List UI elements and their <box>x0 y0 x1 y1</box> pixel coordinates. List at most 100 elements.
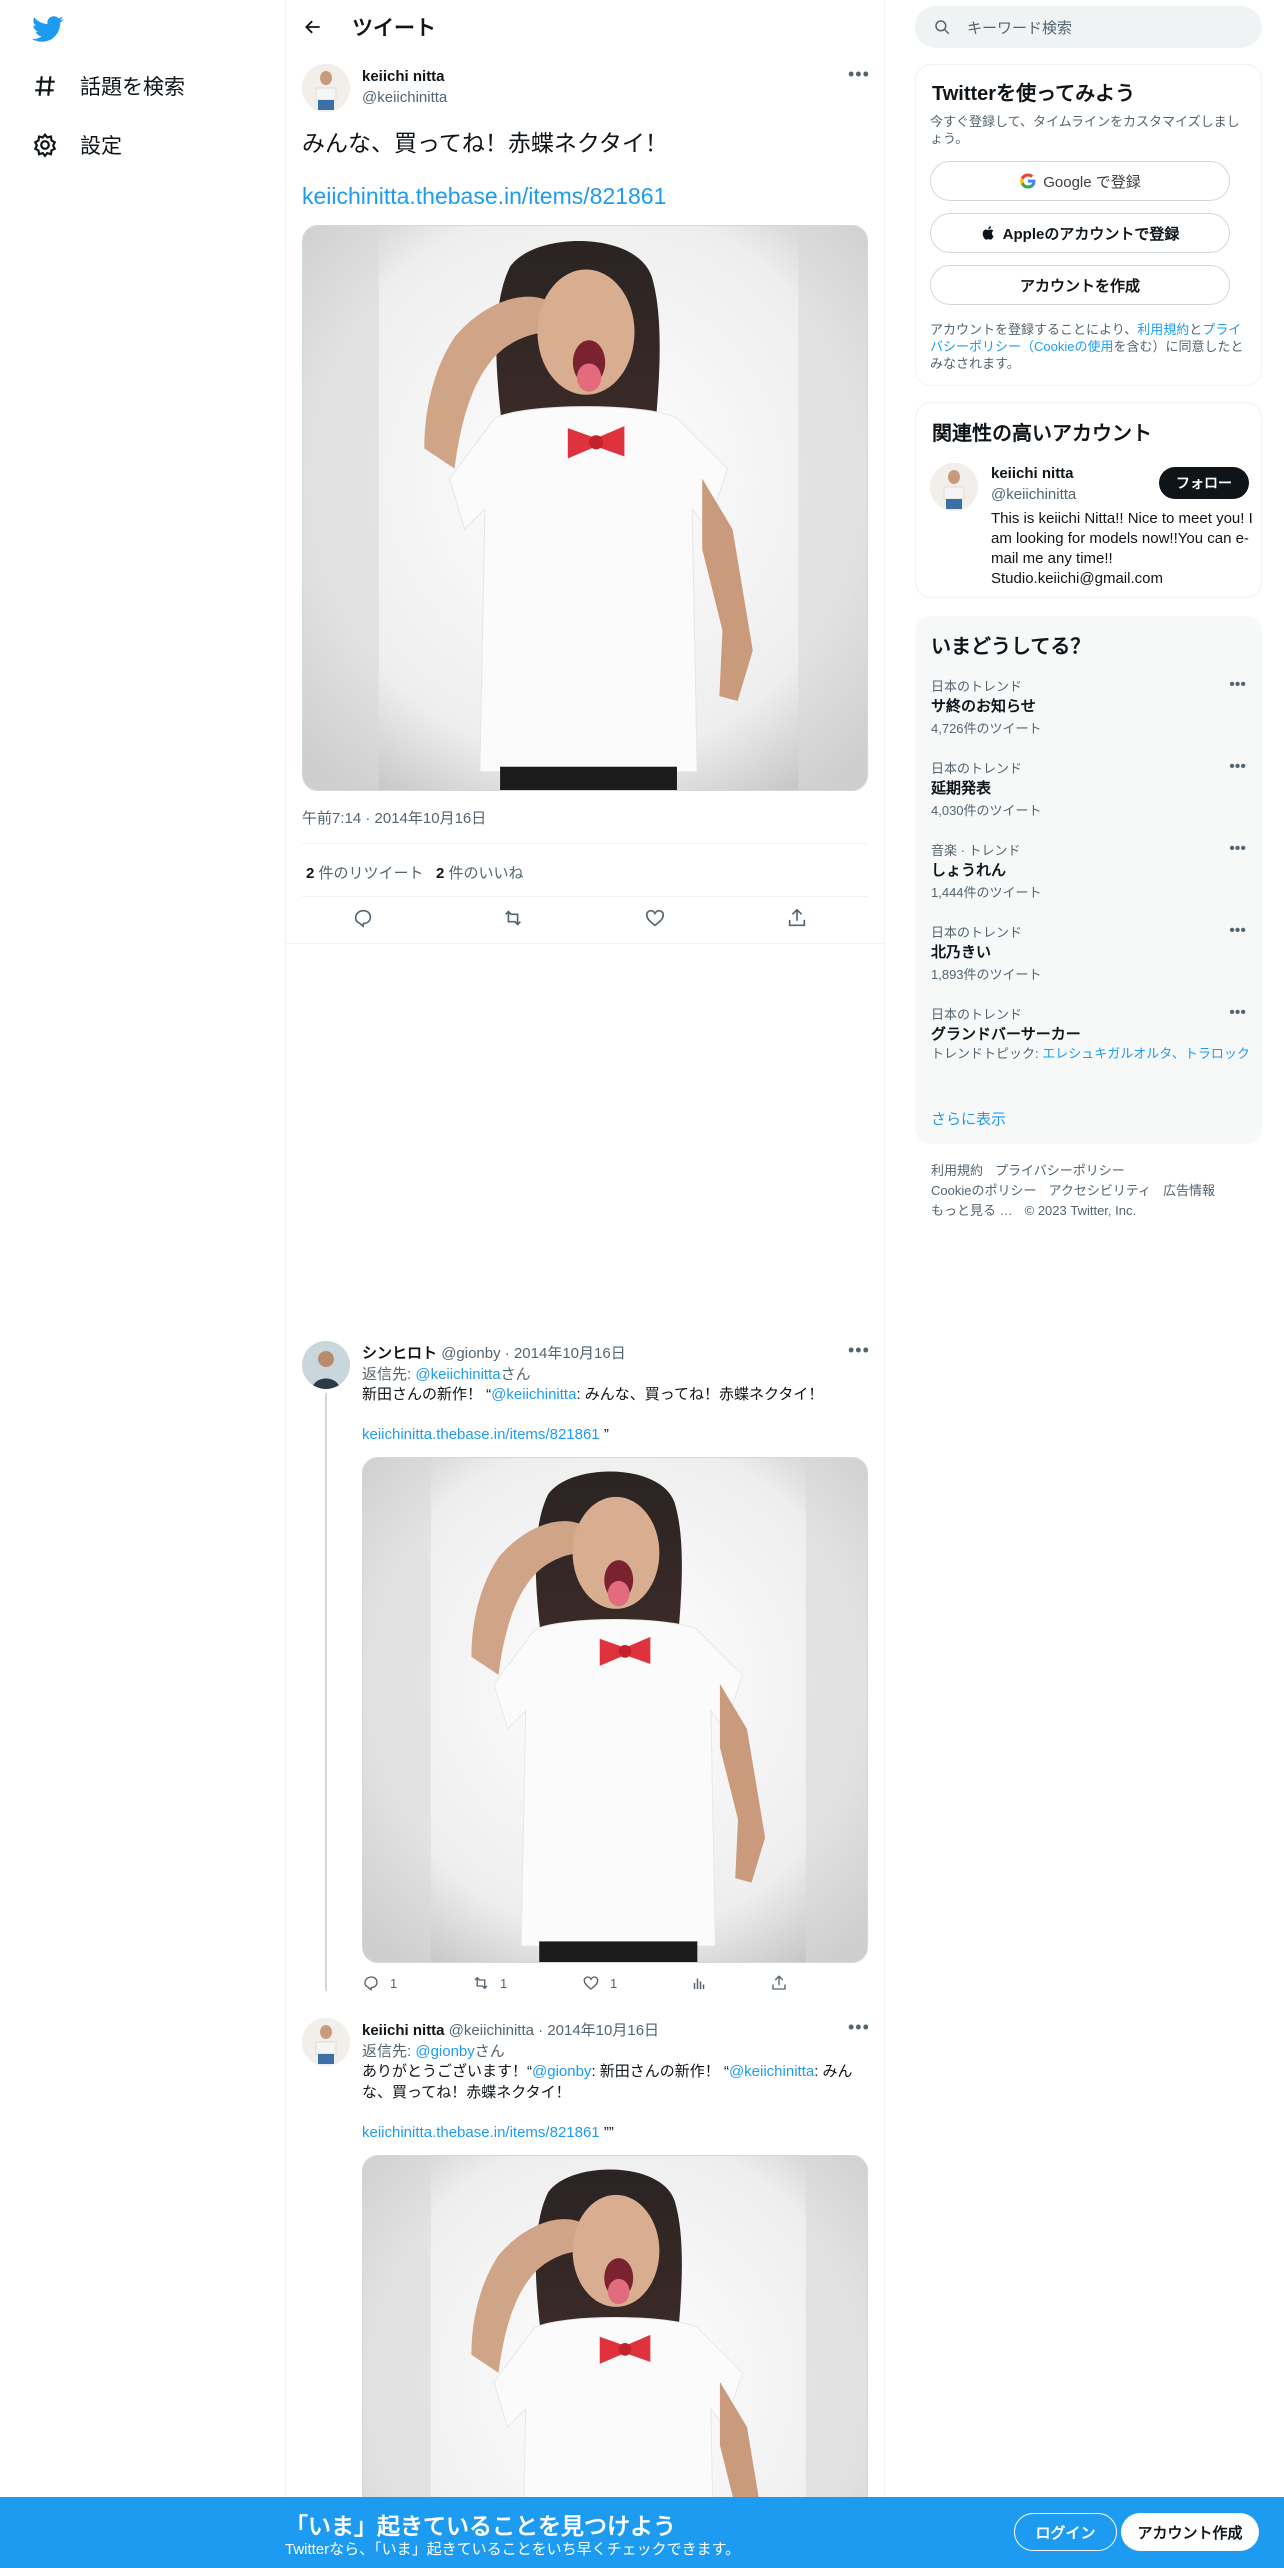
reply-icon <box>354 909 372 928</box>
reply-date[interactable]: 2014年10月16日 <box>547 2022 659 2039</box>
gear-icon <box>30 130 60 160</box>
like-count: 2 <box>436 865 445 882</box>
reply-author-name[interactable]: keiichi nitta <box>362 2022 445 2039</box>
like-button[interactable]: 1 <box>582 1974 617 1992</box>
google-signup-button[interactable]: Google で登録 <box>930 161 1230 201</box>
apple-signup-button[interactable]: Appleのアカウントで登録 <box>930 213 1230 253</box>
retweet-label: 件のリツイート <box>318 865 424 882</box>
more-options-icon[interactable]: ••• <box>1229 676 1246 694</box>
like-button[interactable] <box>644 907 676 929</box>
follow-button[interactable]: フォロー <box>1159 467 1249 499</box>
reply-text: ありがとうございます！“@gionby: 新田さんの新作！ “@keiichin… <box>362 2063 853 2101</box>
reply-header: シンヒロト @gionby · 2014年10月16日 <box>362 1345 626 1362</box>
create-account-button[interactable]: アカウントを作成 <box>930 265 1230 305</box>
search-input[interactable]: キーワード検索 <box>915 6 1262 48</box>
reply-author-name[interactable]: シンヒロト <box>362 1345 437 1362</box>
nav-explore[interactable]: 話題を検索 <box>30 64 185 108</box>
avatar[interactable] <box>302 2018 350 2066</box>
trends-title: いまどうしてる？ <box>931 636 1091 658</box>
reply-count: 1 <box>390 1975 398 1991</box>
relevant-name[interactable]: keiichi nitta <box>991 465 1074 482</box>
reply-icon <box>364 1976 378 1992</box>
retweet-button[interactable]: 1 <box>472 1974 507 1992</box>
reply-photo[interactable] <box>362 1457 868 1963</box>
more-options-icon[interactable]: ••• <box>1229 1004 1246 1022</box>
share-button[interactable] <box>786 907 818 929</box>
reply-button[interactable] <box>352 907 384 929</box>
show-more-link[interactable]: さらに表示 <box>931 1108 1006 1129</box>
footer-more-link[interactable]: もっと見る … <box>931 1203 1013 1218</box>
signup-card: Twitterを使ってみよう 今すぐ登録して、タイムラインをカスタマイズしましょ… <box>915 64 1262 386</box>
apple-signup-label: Appleのアカウントで登録 <box>1002 225 1180 243</box>
twitter-bird-icon[interactable] <box>32 13 64 45</box>
reply-link-line: keiichinitta.thebase.in/items/821861 ” <box>362 1426 609 1443</box>
trend-name: グランドバーサーカー <box>931 1026 1081 1043</box>
mention-link[interactable]: @gionby <box>532 2063 591 2080</box>
heart-icon <box>645 909 665 927</box>
tweet-timestamp[interactable]: 午前7:14 · 2014年10月16日 <box>302 807 486 828</box>
signup-button[interactable]: アカウント作成 <box>1121 2513 1259 2551</box>
footer-link[interactable]: 利用規約 <box>931 1163 983 1178</box>
login-button[interactable]: ログイン <box>1014 2513 1117 2551</box>
back-arrow-icon[interactable] <box>296 10 330 44</box>
tweet-photo[interactable] <box>302 225 868 791</box>
mention-link[interactable]: @keiichinitta <box>491 1386 576 1403</box>
terms-link[interactable]: 利用規約 <box>1137 322 1189 337</box>
relevant-handle[interactable]: @keiichinitta <box>991 486 1076 503</box>
search-icon <box>935 20 950 35</box>
more-options-icon[interactable]: ••• <box>848 2017 870 2038</box>
trend-topic: トレンドトピック: エレシュキガルオルタ、トラロック <box>931 1046 1250 1061</box>
tweet-link[interactable]: keiichinitta.thebase.in/items/821861 <box>302 183 666 210</box>
relevant-bio: This is keiichi Nitta!! Nice to meet you… <box>991 510 1253 587</box>
reply-author-handle[interactable]: @gionby <box>441 1345 500 1362</box>
trend-category: 日本のトレンド <box>931 1007 1023 1022</box>
share-icon <box>788 908 806 927</box>
more-options-icon[interactable]: ••• <box>1229 840 1246 858</box>
replying-to: 返信先: @keiichinittaさん <box>362 1366 531 1383</box>
avatar[interactable] <box>930 463 978 511</box>
reply-date[interactable]: 2014年10月16日 <box>514 1345 626 1362</box>
share-button[interactable] <box>770 1974 798 1992</box>
hashtag-icon <box>30 71 60 101</box>
footer-link[interactable]: プライバシーポリシー <box>995 1163 1125 1178</box>
analytics-icon <box>693 1978 705 1989</box>
retweet-button[interactable] <box>502 907 534 929</box>
footer-link[interactable]: 広告情報 <box>1163 1183 1215 1198</box>
apple-icon <box>982 226 994 240</box>
reply-text: 新田さんの新作！ “@keiichinitta: みんな、買ってね！赤蝶ネクタイ… <box>362 1386 824 1403</box>
footer-link[interactable]: アクセシビリティ <box>1048 1183 1151 1198</box>
reply-author-handle[interactable]: @keiichinitta <box>449 2022 534 2039</box>
avatar[interactable] <box>302 64 350 112</box>
more-options-icon[interactable]: ••• <box>1229 922 1246 940</box>
trend-name: サ終のお知らせ <box>931 698 1036 715</box>
reply-link[interactable]: keiichinitta.thebase.in/items/821861 <box>362 2124 600 2141</box>
trend-name: 北乃きい <box>931 944 992 961</box>
divider <box>302 896 868 897</box>
trend-topic-link[interactable]: エレシュキガルオルタ、トラロック <box>1042 1046 1250 1061</box>
nav-settings[interactable]: 設定 <box>30 123 122 167</box>
retweet-stat[interactable]: 2 件のリツイート <box>306 862 424 883</box>
create-account-label: アカウントを作成 <box>1019 277 1140 295</box>
mention-link[interactable]: @keiichinitta <box>729 2063 814 2080</box>
more-options-icon[interactable]: ••• <box>848 1340 870 1361</box>
bottom-subtitle: Twitterなら、「いま」起きていることをいち早くチェックできます。 <box>285 2541 741 2558</box>
trend-name: しょうれん <box>931 862 1007 879</box>
more-options-icon[interactable]: ••• <box>1229 758 1246 776</box>
nav-explore-label: 話題を検索 <box>80 76 185 99</box>
author-name[interactable]: keiichi nitta <box>362 68 445 85</box>
footer-link[interactable]: Cookieのポリシー <box>931 1183 1036 1198</box>
reply-to-mention[interactable]: @keiichinitta <box>415 1366 500 1383</box>
avatar[interactable] <box>302 1341 350 1389</box>
reply-to-mention[interactable]: @gionby <box>415 2043 474 2060</box>
like-stat[interactable]: 2 件のいいね <box>436 862 524 883</box>
reply-link[interactable]: keiichinitta.thebase.in/items/821861 <box>362 1426 600 1443</box>
more-options-icon[interactable]: ••• <box>848 64 870 85</box>
trend-name: 延期発表 <box>931 780 992 797</box>
reply-header: keiichi nitta @keiichinitta · 2014年10月16… <box>362 2022 660 2039</box>
analytics-button[interactable] <box>690 1974 718 1992</box>
author-handle[interactable]: @keiichinitta <box>362 89 447 106</box>
copyright: © 2023 Twitter, Inc. <box>1024 1203 1137 1218</box>
signup-subtitle: 今すぐ登録して、タイムラインをカスタマイズしましょう。 <box>930 114 1240 146</box>
reply-button[interactable]: 1 <box>362 1974 397 1992</box>
signup-terms: アカウントを登録することにより、利用規約とプライバシーポリシー（Cookieの使… <box>930 322 1244 371</box>
